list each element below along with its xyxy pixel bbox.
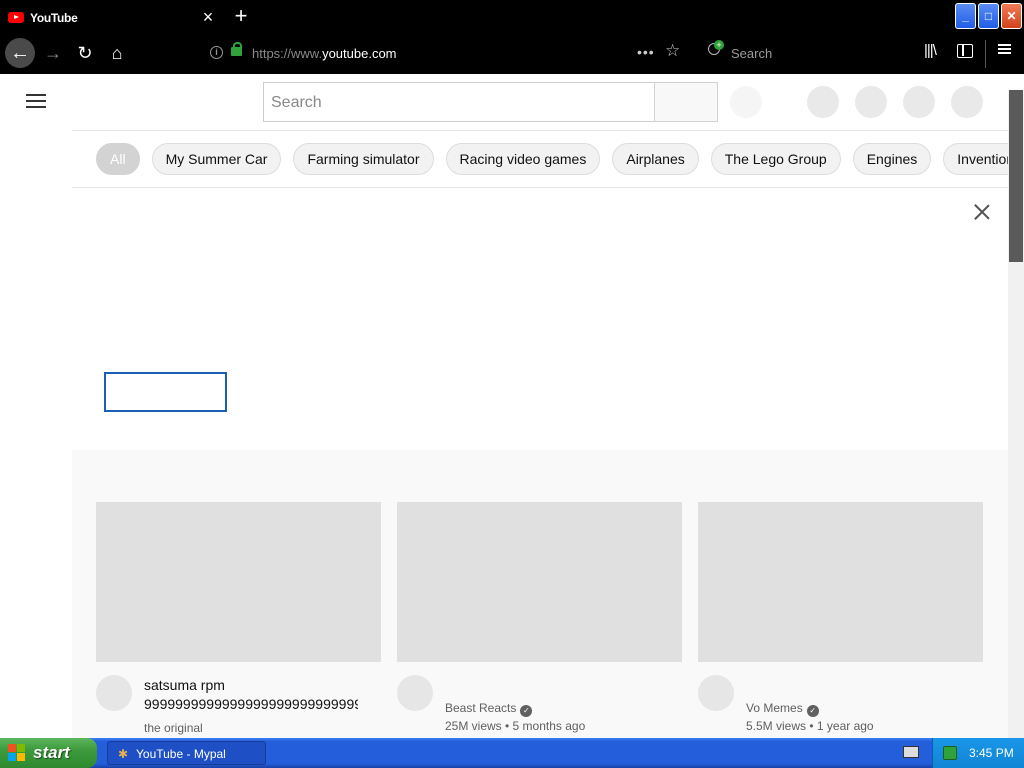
verified-badge-icon: ✓ bbox=[520, 705, 533, 717]
youtube-search-input[interactable]: Search bbox=[263, 82, 655, 122]
channel-name-row[interactable]: Beast Reacts ✓ bbox=[445, 701, 533, 717]
header-icon-placeholder-3[interactable] bbox=[903, 86, 935, 118]
browser-tab-bar: YouTube × + _ □ ✕ bbox=[0, 0, 1024, 34]
guide-menu-button[interactable] bbox=[26, 94, 46, 110]
url-domain: youtube.com bbox=[322, 46, 397, 61]
header-icon-placeholder-2[interactable] bbox=[855, 86, 887, 118]
video-title-line2[interactable]: 999999999999999999999999999999999 bbox=[144, 695, 358, 714]
tab-close-button[interactable]: × bbox=[200, 7, 216, 27]
verified-badge-icon: ✓ bbox=[806, 705, 819, 717]
start-label: start bbox=[33, 743, 70, 762]
banner-close-icon[interactable] bbox=[970, 200, 994, 224]
app-menu-button[interactable] bbox=[996, 42, 1014, 60]
browser-tab-youtube[interactable]: YouTube × bbox=[0, 1, 225, 34]
chip-engines[interactable]: Engines bbox=[852, 143, 932, 175]
taskbar-item-mypal[interactable]: ✱ YouTube - Mypal bbox=[107, 741, 266, 765]
url-text[interactable]: https://www.youtube.com bbox=[252, 46, 397, 61]
header-icon-placeholder-1[interactable] bbox=[807, 86, 839, 118]
chip-airplanes[interactable]: Airplanes bbox=[612, 143, 699, 175]
taskbar: start ✱ YouTube - Mypal 3:45 PM bbox=[0, 738, 1024, 768]
video-thumbnail[interactable] bbox=[96, 502, 381, 662]
network-icon[interactable] bbox=[943, 746, 957, 760]
search-engine-icon bbox=[708, 40, 724, 55]
banner-action-button[interactable] bbox=[104, 372, 227, 412]
voice-search-placeholder[interactable] bbox=[730, 86, 762, 118]
url-bar[interactable]: i https://www.youtube.com ••• ☆ bbox=[200, 40, 695, 68]
video-thumbnail[interactable] bbox=[698, 502, 983, 662]
avatar-placeholder[interactable] bbox=[951, 86, 983, 118]
start-button[interactable]: start bbox=[0, 738, 97, 768]
forward-button[interactable]: → bbox=[38, 38, 68, 68]
chip-inventions[interactable]: Inventions bbox=[943, 143, 1008, 175]
channel-avatar[interactable] bbox=[698, 675, 734, 711]
window-minimize-button[interactable]: _ bbox=[955, 3, 976, 29]
lock-icon[interactable] bbox=[231, 42, 242, 56]
youtube-page: Search All My Summer Car Farming simulator… bbox=[0, 74, 1024, 738]
video-title[interactable]: satsuma rpm bbox=[144, 676, 358, 695]
library-icon[interactable]: |||\ bbox=[924, 42, 937, 59]
youtube-search-button[interactable] bbox=[654, 82, 718, 122]
reload-button[interactable]: ↻ bbox=[70, 38, 100, 68]
video-meta: 25M views • 5 months ago bbox=[445, 719, 586, 733]
tab-title: YouTube bbox=[30, 11, 78, 25]
chip-racing-video-games[interactable]: Racing video games bbox=[445, 143, 601, 175]
page-actions-icon[interactable]: ••• bbox=[637, 44, 655, 60]
video-meta: 5.5M views • 1 year ago bbox=[746, 719, 874, 733]
chip-farming-simulator[interactable]: Farming simulator bbox=[293, 143, 434, 175]
new-tab-button[interactable]: + bbox=[231, 5, 251, 27]
channel-name-row[interactable]: Vo Memes ✓ bbox=[746, 701, 819, 717]
browser-search-placeholder: Search bbox=[731, 46, 773, 61]
url-prefix: https://www. bbox=[252, 46, 323, 61]
windows-logo-icon bbox=[8, 744, 26, 762]
page-scrollbar[interactable] bbox=[1008, 90, 1024, 738]
sidebar-toggle-icon[interactable] bbox=[957, 44, 973, 58]
clock[interactable]: 3:45 PM bbox=[969, 746, 1014, 760]
scrollbar-thumb[interactable] bbox=[1009, 90, 1023, 262]
channel-name[interactable]: Beast Reacts bbox=[445, 701, 516, 715]
bookmark-star-icon[interactable]: ☆ bbox=[665, 41, 680, 61]
filter-chips-bar: All My Summer Car Farming simulator Racing … bbox=[72, 130, 1008, 188]
video-thumbnail[interactable] bbox=[397, 502, 682, 662]
chips-list: All My Summer Car Farming simulator Racing … bbox=[96, 143, 1008, 175]
channel-avatar[interactable] bbox=[96, 675, 132, 711]
chip-the-lego-group[interactable]: The Lego Group bbox=[710, 143, 841, 175]
back-button[interactable]: ← bbox=[5, 38, 35, 68]
info-icon[interactable]: i bbox=[210, 46, 223, 59]
chip-my-summer-car[interactable]: My Summer Car bbox=[151, 143, 282, 175]
window-maximize-button[interactable]: □ bbox=[978, 3, 999, 29]
browser-search-bar[interactable]: Search bbox=[705, 40, 905, 68]
channel-name[interactable]: the original bbox=[144, 721, 203, 735]
channel-name[interactable]: Vo Memes bbox=[746, 701, 803, 715]
window-close-button[interactable]: ✕ bbox=[1001, 3, 1022, 29]
home-button[interactable]: ⌂ bbox=[102, 38, 132, 68]
chip-all[interactable]: All bbox=[96, 143, 140, 175]
system-tray: 3:45 PM bbox=[932, 738, 1024, 768]
video-card[interactable]: Vo Memes ✓ 5.5M views • 1 year ago bbox=[698, 502, 983, 733]
youtube-search-placeholder: Search bbox=[271, 94, 322, 111]
video-card[interactable]: Beast Reacts ✓ 25M views • 5 months ago bbox=[397, 502, 682, 733]
video-card[interactable]: satsuma rpm 9999999999999999999999999999… bbox=[96, 502, 381, 735]
keyboard-layout-icon[interactable] bbox=[903, 746, 919, 758]
browser-nav-bar: ← → ↻ ⌂ i https://www.youtube.com ••• ☆ … bbox=[0, 34, 1024, 74]
taskbar-item-label: YouTube - Mypal bbox=[136, 747, 226, 761]
youtube-favicon-icon bbox=[8, 12, 24, 23]
channel-avatar[interactable] bbox=[397, 675, 433, 711]
mypal-app-icon: ✱ bbox=[118, 747, 129, 761]
video-feed: satsuma rpm 9999999999999999999999999999… bbox=[72, 450, 1008, 738]
toolbar-divider bbox=[985, 40, 986, 68]
